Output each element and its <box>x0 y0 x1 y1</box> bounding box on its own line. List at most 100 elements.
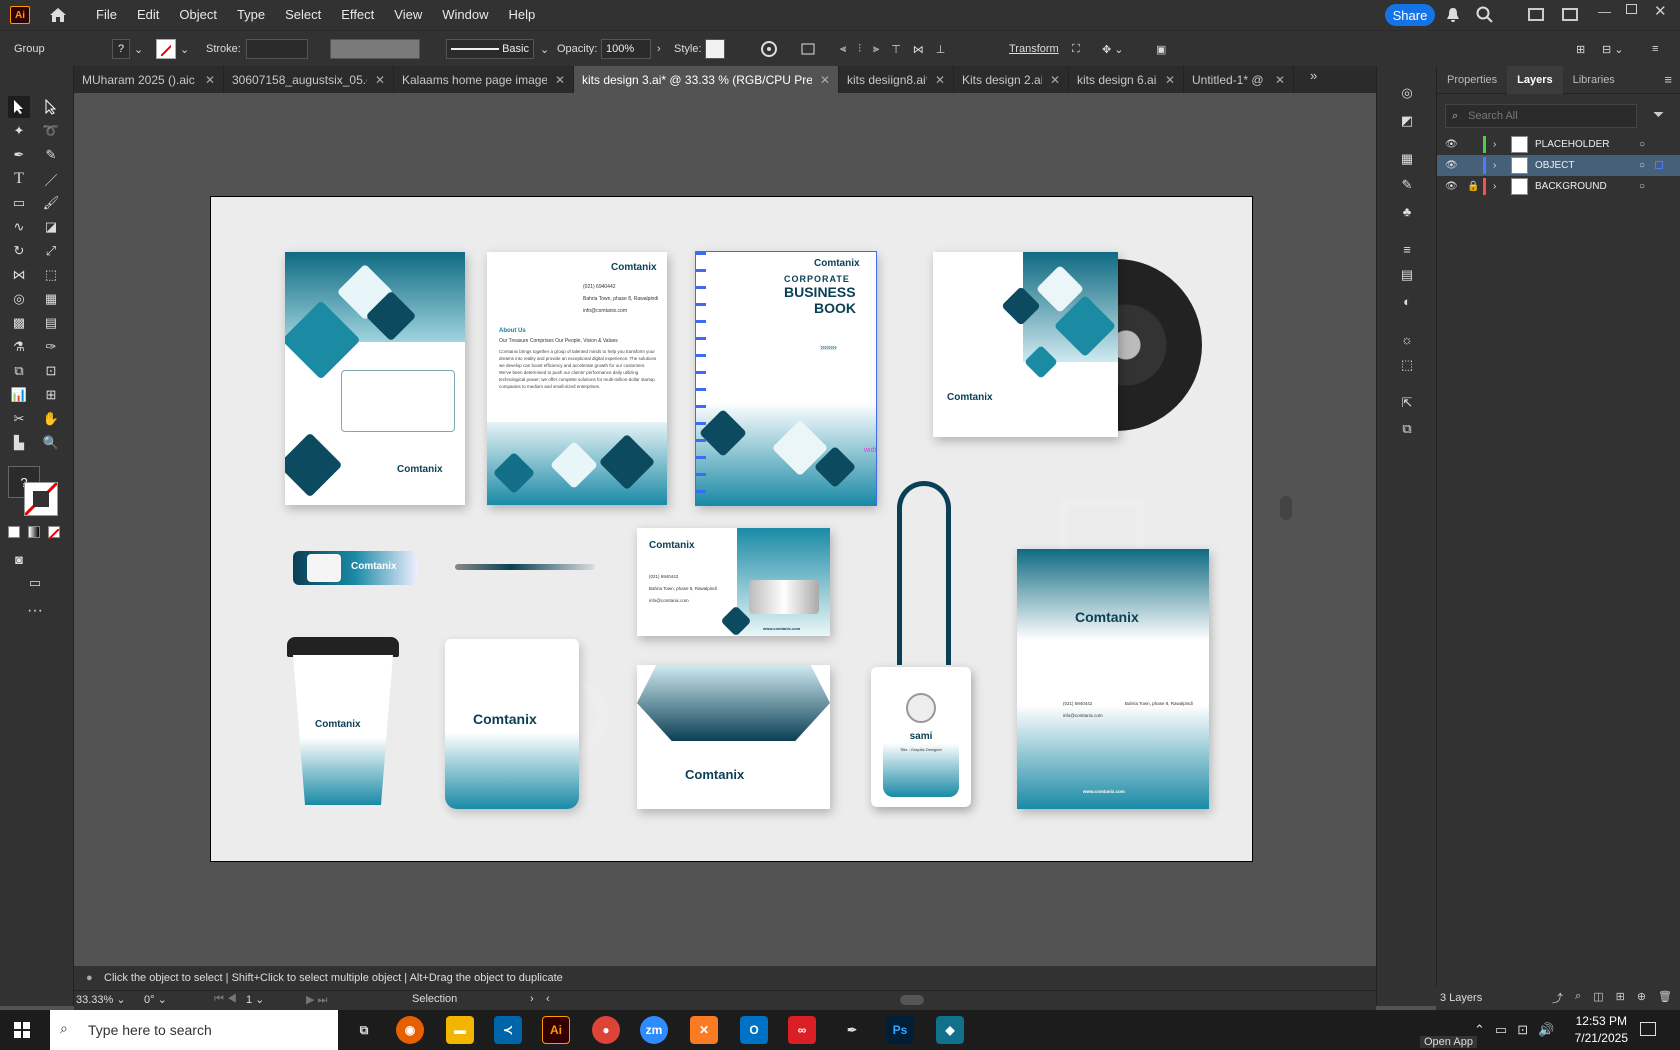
artboard[interactable]: Comtanix Comtanix (021) 6940442 Bahria T… <box>210 196 1253 862</box>
chevron-down-icon[interactable]: ⌄ <box>134 43 143 56</box>
notifications-icon[interactable] <box>1640 1022 1656 1036</box>
rotate-tool-icon[interactable]: ↻ <box>8 240 30 262</box>
zoom-tool-icon[interactable]: 🔍 <box>40 432 62 454</box>
graph-tool-icon[interactable]: 📊 <box>8 384 30 406</box>
menu-edit[interactable]: Edit <box>127 0 169 30</box>
document-tab[interactable]: kits design 3.ai* @ 33.33 % (RGB/CPU Pre… <box>574 66 839 93</box>
shopping-bag[interactable]: Comtanix (021) 6940442 Bahria Town, phas… <box>1017 549 1209 809</box>
close-tab-icon[interactable]: ✕ <box>555 73 565 87</box>
clock[interactable]: 12:53 PM 7/21/2025 <box>1575 1013 1628 1047</box>
tab-libraries[interactable]: Libraries <box>1563 66 1625 94</box>
close-tab-icon[interactable]: ✕ <box>1165 73 1175 87</box>
new-layer-icon[interactable]: ⊕ <box>1637 990 1646 1006</box>
fill-swatch[interactable]: ? <box>112 39 130 59</box>
zoom-select[interactable]: 33.33% ⌄ <box>76 993 136 1009</box>
visibility-eye-icon[interactable]: 👁 <box>1445 181 1458 192</box>
gradient-panel-icon[interactable]: ▤ <box>1396 264 1418 286</box>
new-sublayer-icon[interactable]: ⊞ <box>1616 990 1625 1006</box>
none-mode-icon[interactable] <box>48 526 60 540</box>
brushes-icon[interactable]: ✎ <box>1396 174 1418 196</box>
align-left-icon[interactable]: ⫷ <box>840 43 846 56</box>
lasso-icon[interactable]: ➰ <box>40 120 62 142</box>
arrange-docs-icon[interactable]: ⊞ <box>1576 31 1585 67</box>
scroll-left-icon[interactable]: ‹ <box>546 993 550 1005</box>
search-icon[interactable] <box>1476 6 1493 26</box>
chevron-right-icon[interactable]: › <box>1493 160 1496 171</box>
close-tab-icon[interactable]: ✕ <box>1050 73 1060 87</box>
slice-tool-icon[interactable]: ✂ <box>8 408 30 430</box>
selection-tool-icon[interactable] <box>8 96 30 118</box>
filter-icon[interactable]: ⏷ <box>1653 106 1664 123</box>
close-tab-icon[interactable]: ✕ <box>1275 73 1285 87</box>
tabs-overflow-icon[interactable]: » <box>1310 68 1317 83</box>
menu-effect[interactable]: Effect <box>331 0 384 30</box>
close-icon[interactable]: ✕ <box>1654 2 1667 20</box>
pen[interactable] <box>455 564 595 570</box>
shape-builder-icon[interactable]: ◎ <box>8 288 30 310</box>
tab-properties[interactable]: Properties <box>1437 66 1507 94</box>
layers-search-input[interactable]: ⌕ Search All <box>1445 104 1637 128</box>
volume-icon[interactable]: 🔊 <box>1538 1022 1554 1038</box>
pen-app-icon[interactable]: ✒ <box>838 1016 866 1044</box>
menu-file[interactable]: File <box>86 0 127 30</box>
close-tab-icon[interactable]: ✕ <box>935 73 945 87</box>
symbol-sprayer-icon[interactable]: ⊡ <box>40 360 62 382</box>
envelope[interactable]: Comtanix <box>637 665 830 809</box>
share-button[interactable]: Share <box>1385 4 1435 26</box>
screen-mode-icon[interactable]: ▭ <box>24 572 46 594</box>
width-tool-icon[interactable]: ⋈ <box>8 264 30 286</box>
chevron-right-icon[interactable]: › <box>657 43 661 55</box>
outlook-icon[interactable]: O <box>740 1016 768 1044</box>
document-tab[interactable]: kits design 6.ai ... ✕ <box>1069 66 1184 93</box>
print-tiling-icon[interactable]: ▙ <box>8 432 30 454</box>
measure-icon[interactable]: ✑ <box>40 336 62 358</box>
pen-tool-icon[interactable]: ✒ <box>8 144 30 166</box>
file-explorer-icon[interactable]: ▬ <box>446 1016 474 1044</box>
chevron-up-icon[interactable]: ⌃ <box>1474 1022 1485 1038</box>
align-vcenter-icon[interactable]: ⋈ <box>913 43 924 56</box>
paintbrush-icon[interactable]: 🖌 <box>40 192 62 214</box>
gradient-tool-icon[interactable]: ▤ <box>40 312 62 334</box>
windows-start-icon[interactable] <box>14 1022 30 1041</box>
gradient-mode-icon[interactable] <box>28 526 40 538</box>
layer-row[interactable]: 👁 › PLACEHOLDER ○ <box>1437 134 1680 155</box>
direct-selection-tool-icon[interactable] <box>40 96 62 118</box>
artboard-tool-icon[interactable]: ⊞ <box>40 384 62 406</box>
delete-layer-icon[interactable]: 🗑 <box>1658 990 1672 1006</box>
photoshop-icon[interactable]: Ps <box>886 1016 914 1044</box>
align-hcenter-icon[interactable]: ⫶ <box>858 43 861 56</box>
graphic-styles-icon[interactable]: ◩ <box>1396 110 1418 132</box>
shaper-tool-icon[interactable]: ∿ <box>8 216 30 238</box>
isolate-icon[interactable]: ⛶ <box>1072 31 1080 67</box>
tab-layers[interactable]: Layers <box>1507 65 1563 94</box>
panel-options-icon[interactable]: ⊟ ⌄ <box>1602 31 1624 67</box>
artboards-icon[interactable]: ⧉ <box>1396 418 1418 440</box>
variable-width-profile[interactable] <box>330 39 420 59</box>
network-icon[interactable]: ⊡ <box>1517 1022 1528 1038</box>
edit-toolbar-icon[interactable]: ··· <box>24 600 46 622</box>
rotation-select[interactable]: 0° ⌄ <box>144 993 202 1009</box>
illustrator-icon[interactable]: Ai <box>542 1016 570 1044</box>
graphic-style-swatch[interactable] <box>705 39 725 59</box>
brush-definition[interactable]: Basic <box>446 39 534 59</box>
color-mode-icon[interactable] <box>8 526 20 538</box>
arrange-icon[interactable] <box>1562 8 1578 21</box>
appearance-icon[interactable]: ◎ <box>1396 82 1418 104</box>
letterhead[interactable]: Comtanix (021) 6940442 Bahria Town, phas… <box>487 252 667 505</box>
mug[interactable]: Comtanix <box>445 639 579 809</box>
asset-export-icon[interactable]: ⬚ <box>1396 354 1418 376</box>
workspace-icon[interactable] <box>1528 8 1544 21</box>
visibility-eye-icon[interactable]: 👁 <box>1445 139 1458 150</box>
close-tab-icon[interactable]: ✕ <box>820 73 830 87</box>
quick-actions-icon[interactable]: ▣ <box>1156 31 1166 67</box>
creative-cloud-icon[interactable]: ∞ <box>788 1016 816 1044</box>
close-tab-icon[interactable]: ✕ <box>205 73 215 87</box>
home-icon[interactable] <box>48 6 68 24</box>
coffee-cup[interactable]: Comtanix <box>293 655 393 805</box>
puppet-warp-icon[interactable]: ✥ ⌄ <box>1102 31 1124 67</box>
clipping-mask-icon[interactable]: ◫ <box>1593 990 1603 1006</box>
layer-row[interactable]: 👁 🔒 › BACKGROUND ○ <box>1437 176 1680 197</box>
bell-icon[interactable] <box>1446 7 1460 26</box>
eyedropper-icon[interactable]: ⚗ <box>8 336 30 358</box>
menu-type[interactable]: Type <box>227 0 275 30</box>
